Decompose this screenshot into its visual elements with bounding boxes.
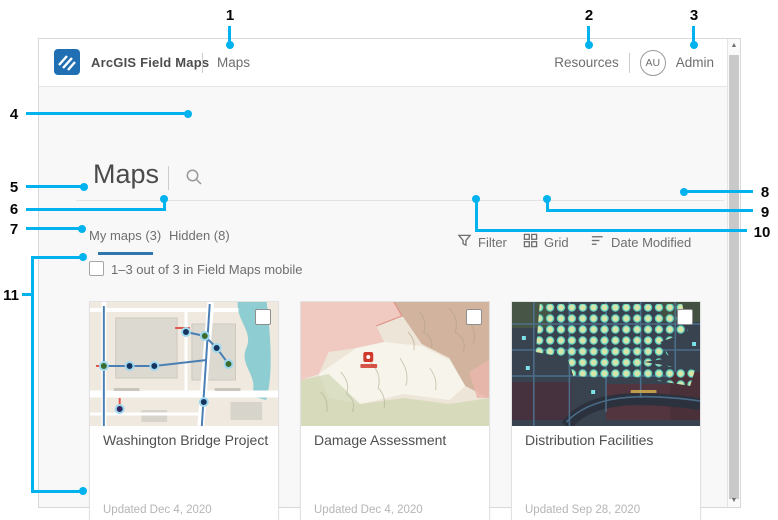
tab-my-maps[interactable]: My maps (3) [89, 228, 161, 243]
field-maps-logo-icon [54, 49, 80, 75]
map-card-washington-bridge[interactable]: Washington Bridge Project Updated Dec 4,… [89, 301, 279, 520]
map-thumbnail[interactable] [90, 302, 278, 426]
avatar[interactable]: AU [640, 50, 666, 76]
grid-label: Grid [544, 235, 569, 250]
sort-button[interactable]: Date Modified [590, 233, 691, 251]
card-title: Washington Bridge Project [103, 432, 268, 448]
app-title: ArcGIS Field Maps [91, 39, 209, 86]
selection-count-label: 1–3 out of 3 in Field Maps mobile [111, 262, 303, 277]
resources-link[interactable]: Resources [554, 55, 619, 70]
title-divider [168, 166, 169, 190]
active-tab-underline [98, 252, 153, 255]
sort-label: Date Modified [611, 235, 691, 250]
scroll-up-icon[interactable]: ▲ [728, 42, 740, 49]
page-title: Maps [93, 159, 159, 190]
map-thumbnail[interactable] [301, 302, 489, 426]
scrollbar-thumb[interactable] [729, 55, 739, 499]
grid-view-button[interactable]: Grid [523, 233, 569, 251]
card-checkbox[interactable] [677, 309, 693, 325]
grid-icon [523, 233, 538, 251]
card-title: Distribution Facilities [525, 432, 653, 448]
select-all-checkbox[interactable] [89, 261, 104, 276]
card-checkbox[interactable] [466, 309, 482, 325]
terrain-map-image [301, 302, 489, 426]
app-window: ArcGIS Field Maps Maps Resources AU Admi… [38, 38, 741, 508]
title-rule [76, 200, 724, 201]
filter-icon [457, 233, 472, 251]
header-divider-2 [629, 53, 630, 73]
card-updated-date: Updated Dec 4, 2020 [103, 504, 212, 516]
tab-hidden[interactable]: Hidden (8) [169, 228, 230, 243]
window-header: ArcGIS Field Maps Maps Resources AU Admi… [39, 39, 740, 87]
scroll-down-icon[interactable]: ▼ [728, 497, 740, 504]
filter-label: Filter [478, 235, 507, 250]
sort-icon [590, 233, 605, 251]
card-checkbox[interactable] [255, 309, 271, 325]
map-thumbnail[interactable] [512, 302, 700, 426]
screenshot-canvas: ArcGIS Field Maps Maps Resources AU Admi… [0, 0, 778, 520]
map-card-damage-assessment[interactable]: Damage Assessment Updated Dec 4, 2020 [300, 301, 490, 520]
card-updated-date: Updated Dec 4, 2020 [314, 504, 423, 516]
card-title: Damage Assessment [314, 432, 446, 448]
header-divider [202, 53, 203, 73]
card-updated-date: Updated Sep 28, 2020 [525, 504, 640, 516]
filter-button[interactable]: Filter [457, 233, 507, 251]
search-icon[interactable] [185, 168, 203, 186]
dark-map-image [512, 302, 700, 426]
street-map-image [90, 302, 278, 426]
admin-menu[interactable]: Admin [676, 55, 714, 70]
map-card-distribution-facilities[interactable]: Distribution Facilities Updated Sep 28, … [511, 301, 701, 520]
scrollbar[interactable]: ▲ ▼ [727, 39, 740, 507]
content-area: Maps My maps (3) Hidden (8) F [39, 87, 727, 507]
